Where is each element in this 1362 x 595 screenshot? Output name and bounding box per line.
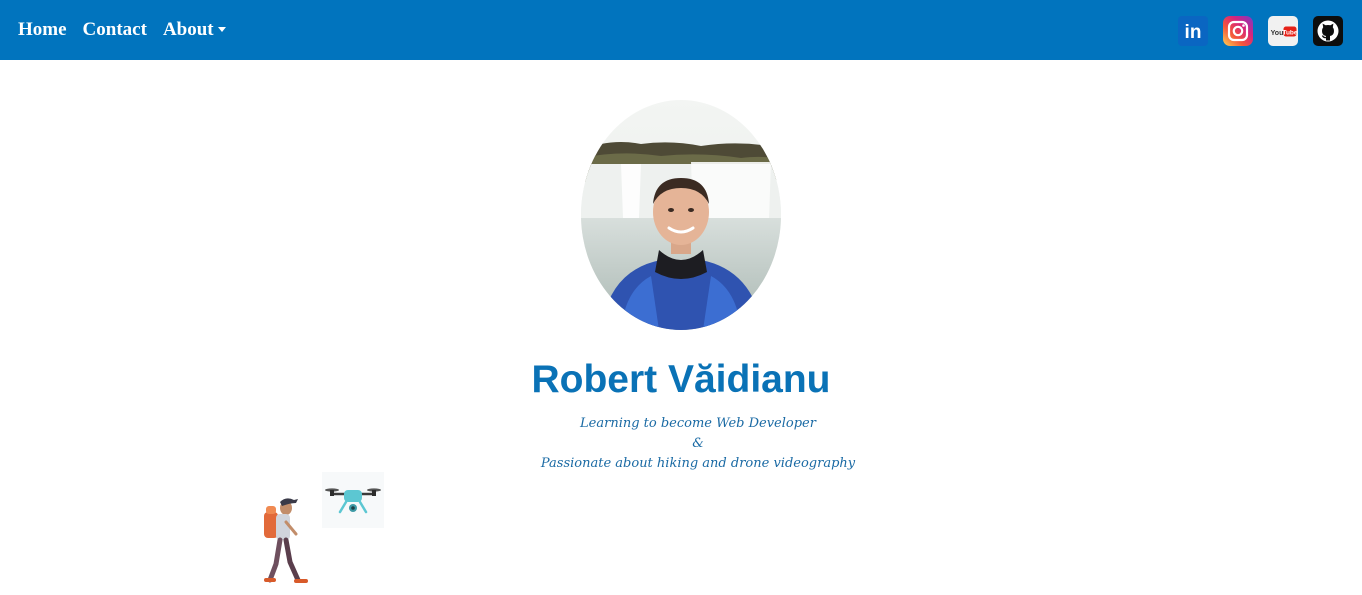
- linkedin-icon-text: in: [1185, 22, 1202, 43]
- svg-text:You: You: [1271, 30, 1284, 37]
- nav-contact-link[interactable]: Contact: [83, 19, 147, 41]
- drone-illustration: [322, 472, 384, 528]
- linkedin-icon: in: [1178, 16, 1208, 46]
- youtube-link[interactable]: You Tube: [1268, 16, 1298, 46]
- nav-home-link[interactable]: Home: [18, 19, 67, 41]
- profile-photo: [581, 100, 781, 330]
- nav-about-label: About: [162, 19, 214, 40]
- tagline-line-2: Passionate about hiking and drone videog…: [540, 456, 856, 471]
- caret-down-icon: [217, 26, 226, 32]
- svg-text:Tube: Tube: [1282, 29, 1297, 36]
- instagram-link[interactable]: [1223, 16, 1253, 46]
- nav-links: Home Contact About: [18, 0, 242, 60]
- github-link[interactable]: [1313, 16, 1343, 46]
- nav-about-dropdown[interactable]: About: [163, 19, 226, 41]
- youtube-icon: You Tube: [1268, 16, 1298, 46]
- profile-tagline: Learning to become Web Developer & Passi…: [448, 414, 948, 474]
- profile-name: Robert Văidianu: [531, 358, 831, 401]
- github-icon: [1313, 16, 1343, 46]
- profile-photo-image: [581, 100, 781, 330]
- hiker-illustration: [264, 498, 308, 583]
- tagline-ampersand: &: [692, 436, 704, 451]
- top-navbar: Home Contact About in You Tube: [0, 0, 1362, 60]
- instagram-icon: [1223, 16, 1253, 46]
- linkedin-link[interactable]: in: [1178, 16, 1208, 46]
- tagline-line-1: Learning to become Web Developer: [580, 416, 816, 431]
